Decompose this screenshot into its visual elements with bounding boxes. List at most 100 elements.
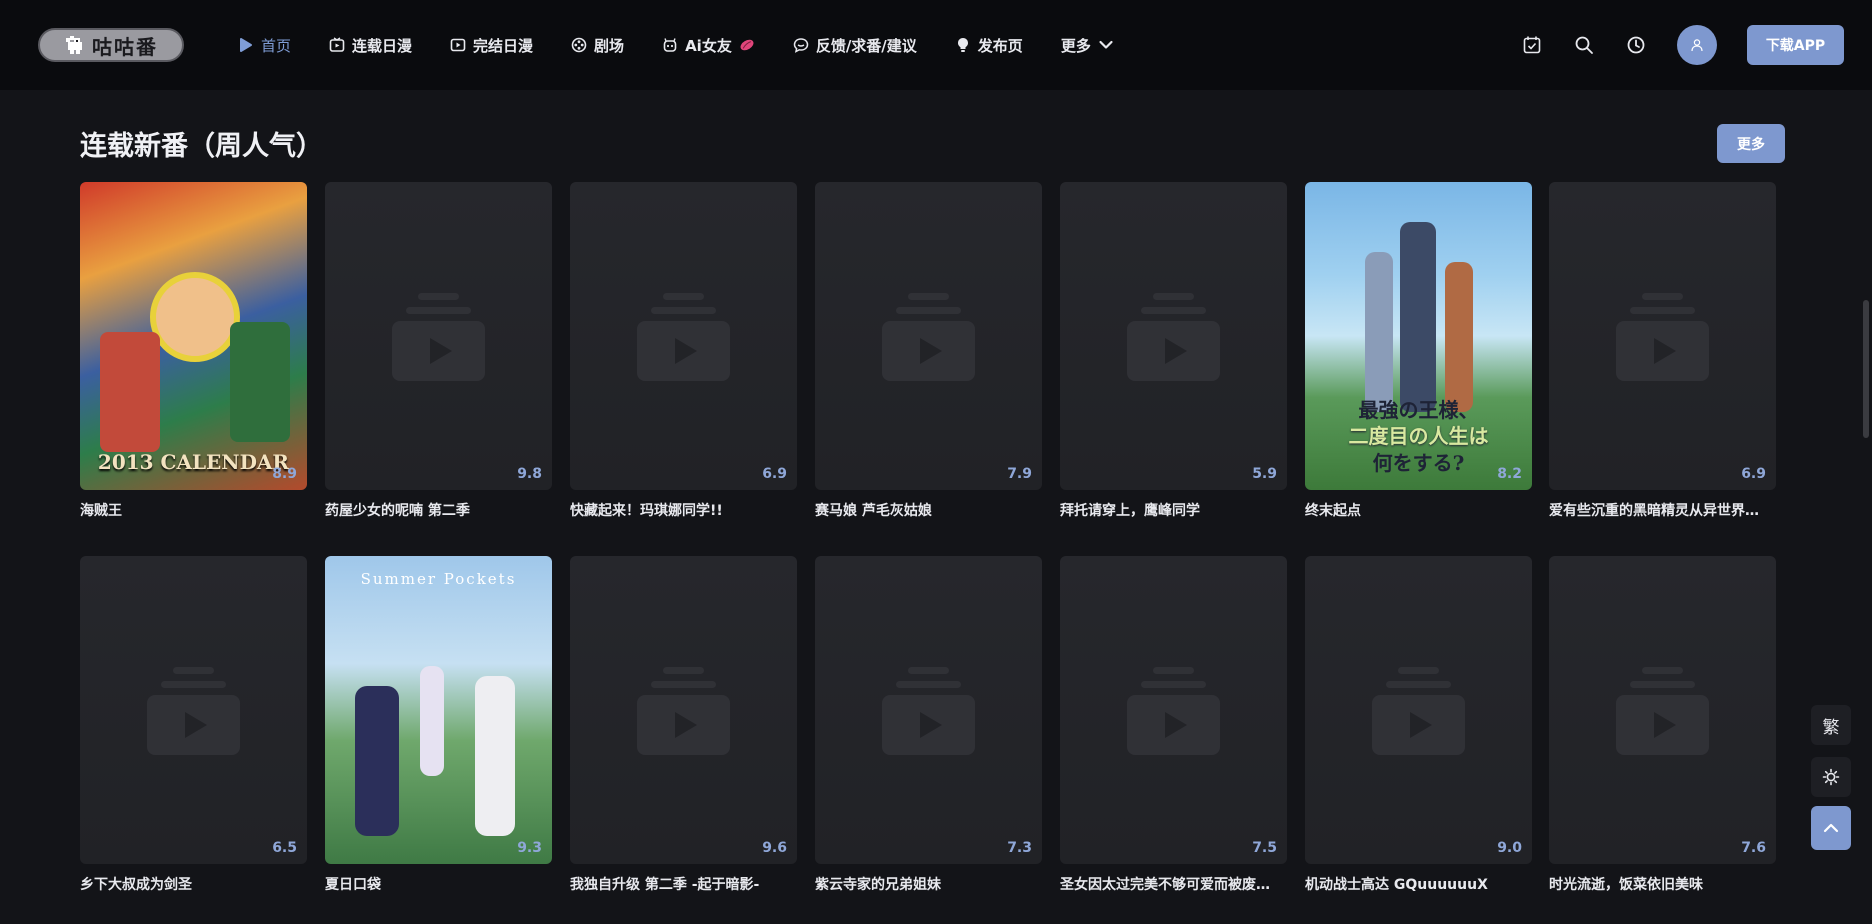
nav-item-theater[interactable]: 剧场 — [571, 35, 624, 56]
rating-score: 9.8 — [517, 466, 542, 482]
page-scrollbar[interactable] — [1863, 300, 1869, 438]
anime-poster[interactable]: 9.0 — [1305, 556, 1532, 864]
history-clock-icon[interactable] — [1626, 35, 1646, 55]
anime-poster[interactable]: 7.6 — [1549, 556, 1776, 864]
nav-item-label: 完结日漫 — [473, 36, 534, 55]
rating-score: 9.6 — [762, 840, 787, 856]
rating-score: 7.3 — [1007, 840, 1032, 856]
sun-icon — [1822, 768, 1840, 786]
site-logo[interactable]: 咕咕番 — [38, 28, 184, 62]
play-circle-icon — [240, 38, 252, 52]
anime-title[interactable]: 药屋少女的呢喃 第二季 — [325, 500, 552, 520]
anime-poster[interactable]: 7.3 — [815, 556, 1042, 864]
nav-item-label: 连载日漫 — [352, 36, 413, 55]
anime-title[interactable]: 快藏起来！玛琪娜同学!! — [570, 500, 797, 520]
video-placeholder-icon — [1616, 667, 1709, 755]
video-placeholder-icon — [147, 667, 240, 755]
chat-bubble-icon — [793, 38, 809, 53]
back-to-top-button[interactable] — [1811, 806, 1851, 850]
character-figure — [1445, 262, 1473, 412]
anime-title[interactable]: 夏日口袋 — [325, 874, 552, 894]
character-figure — [230, 322, 290, 442]
anime-title[interactable]: 赛马娘 芦毛灰姑娘 — [815, 500, 1042, 520]
poster-art-text: Summer Pockets — [360, 570, 517, 588]
video-placeholder-icon — [1127, 293, 1220, 381]
rating-score: 7.5 — [1252, 840, 1277, 856]
anime-title[interactable]: 机动战士高达 GQuuuuuuX — [1305, 874, 1532, 894]
anime-title[interactable]: 海贼王 — [80, 500, 307, 520]
download-app-button[interactable]: 下载APP — [1747, 25, 1844, 65]
video-placeholder-icon — [1616, 293, 1709, 381]
anime-poster[interactable]: 6.9 — [570, 182, 797, 490]
anime-poster[interactable]: 7.9 — [815, 182, 1042, 490]
anime-poster[interactable]: 5.9 — [1060, 182, 1287, 490]
chevron-up-icon — [1823, 823, 1839, 833]
poster-art-text: 最強の王様、 — [1358, 398, 1479, 422]
anime-title[interactable]: 拜托请穿上，鹰峰同学 — [1060, 500, 1287, 520]
rating-score: 6.9 — [762, 466, 787, 482]
anime-poster[interactable]: 6.5 — [80, 556, 307, 864]
section-title: 连载新番（周人气） — [80, 131, 323, 162]
rating-score: 9.3 — [517, 840, 542, 856]
nav-item-publish[interactable]: 发布页 — [955, 35, 1023, 56]
nav-item-label: 更多 — [1060, 36, 1091, 55]
anime-poster[interactable]: 最強の王様、 二度目の人生は 何をする? 8.2 — [1305, 182, 1532, 490]
character-figure — [355, 686, 399, 836]
anime-title[interactable]: 圣女因太过完美不够可爱而被废… — [1060, 874, 1287, 894]
calendar-check-icon[interactable] — [1522, 35, 1542, 55]
anime-poster[interactable]: 6.9 — [1549, 182, 1776, 490]
anime-title[interactable]: 我独自升级 第二季 -起于暗影- — [570, 874, 797, 894]
nav-item-feedback[interactable]: 反馈/求番/建议 — [793, 35, 917, 56]
character-figure — [1400, 222, 1436, 412]
video-placeholder-icon — [392, 293, 485, 381]
anime-poster[interactable]: 7.5 — [1060, 556, 1287, 864]
rating-score: 6.9 — [1741, 466, 1766, 482]
logo-text: 咕咕番 — [92, 34, 158, 59]
character-figure — [150, 272, 240, 362]
video-placeholder-icon — [637, 667, 730, 755]
nav-item-label: 反馈/求番/建议 — [815, 36, 917, 55]
lips-icon — [740, 39, 754, 51]
nav-item-ai-girlfriend[interactable]: Ai女友 — [662, 35, 755, 56]
nav-item-completed[interactable]: 完结日漫 — [450, 35, 533, 56]
theme-toggle-button[interactable] — [1811, 757, 1851, 797]
video-placeholder-icon — [637, 293, 730, 381]
character-figure — [100, 332, 160, 452]
nav-item-ongoing[interactable]: 连载日漫 — [329, 35, 412, 56]
anime-title[interactable]: 时光流逝，饭菜依旧美味 — [1549, 874, 1776, 894]
main-nav: 首页 连载日漫 完结日漫 剧场 Ai女友 反馈/求番/建议 发布页 更多 — [238, 0, 1152, 90]
anime-poster[interactable]: Summer Pockets 9.3 — [325, 556, 552, 864]
lightbulb-icon — [957, 38, 968, 52]
section-more-button[interactable]: 更多 — [1717, 124, 1785, 163]
nav-item-more[interactable]: 更多 — [1061, 35, 1114, 56]
traditional-chinese-toggle[interactable]: 繁 — [1811, 705, 1851, 745]
anime-title[interactable]: 终末起点 — [1305, 500, 1532, 520]
anime-title[interactable]: 紫云寺家的兄弟姐妹 — [815, 874, 1042, 894]
character-figure — [475, 676, 515, 836]
rating-score: 8.2 — [1497, 466, 1522, 482]
nav-item-label: 发布页 — [977, 36, 1023, 55]
chevron-down-icon — [1099, 40, 1113, 49]
nav-item-label: 剧场 — [594, 36, 625, 55]
anime-title[interactable]: 爱有些沉重的黑暗精灵从异世界… — [1549, 500, 1776, 520]
search-icon[interactable] — [1574, 35, 1594, 55]
anime-poster[interactable]: 9.8 — [325, 182, 552, 490]
anime-poster[interactable]: 2013 CALENDAR 8.9 — [80, 182, 307, 490]
film-reel-icon — [571, 37, 587, 53]
pixel-pigeon-icon — [66, 36, 82, 54]
rating-score: 7.6 — [1741, 840, 1766, 856]
anime-title[interactable]: 乡下大叔成为剑圣 — [80, 874, 307, 894]
ai-robot-icon — [663, 38, 677, 52]
user-avatar-button[interactable] — [1677, 25, 1717, 65]
rating-score: 7.9 — [1007, 466, 1032, 482]
rating-score: 8.9 — [272, 466, 297, 482]
rating-score: 6.5 — [272, 840, 297, 856]
anime-poster[interactable]: 9.6 — [570, 556, 797, 864]
rating-score: 9.0 — [1497, 840, 1522, 856]
nav-item-home[interactable]: 首页 — [238, 35, 291, 56]
character-figure — [1365, 252, 1393, 412]
nav-item-label: 首页 — [261, 36, 292, 55]
tv-icon — [329, 37, 345, 52]
video-placeholder-icon — [1372, 667, 1465, 755]
tv-icon — [450, 38, 466, 52]
